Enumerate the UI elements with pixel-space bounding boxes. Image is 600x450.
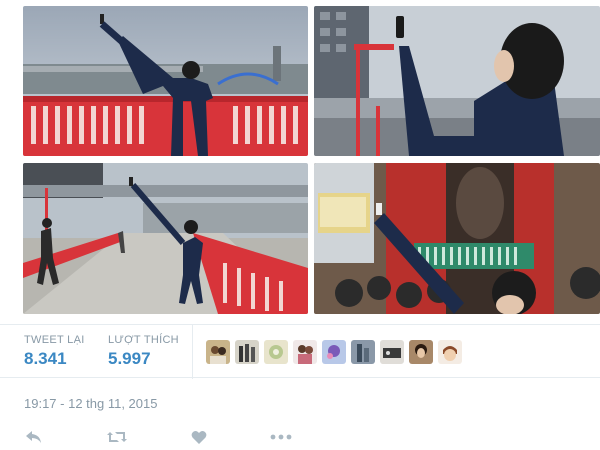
liker-avatar[interactable] (322, 340, 346, 364)
retweet-count-value: 8.341 (24, 349, 67, 368)
retweet-button[interactable] (106, 428, 128, 446)
tweet-photo-4[interactable] (314, 163, 600, 314)
liker-avatar[interactable] (438, 340, 462, 364)
tweet-timestamp[interactable]: 19:17 - 12 thg 11, 2015 (24, 396, 157, 411)
photo-2-image (314, 6, 600, 156)
tweet-photo-grid (23, 6, 600, 316)
tweet-photo-3[interactable] (23, 163, 308, 314)
heart-icon (191, 430, 207, 444)
liker-avatar[interactable] (351, 340, 375, 364)
liker-avatar[interactable] (380, 340, 404, 364)
liker-avatar[interactable] (235, 340, 259, 364)
tweet-photo-2[interactable] (314, 6, 600, 156)
retweet-icon (107, 432, 127, 442)
photo-4-image (314, 163, 600, 314)
tweet-action-bar (0, 428, 600, 448)
stats-divider (192, 325, 193, 379)
like-count-label: LƯỢT THÍCH (108, 334, 179, 346)
liker-avatar[interactable] (264, 340, 288, 364)
reply-button[interactable] (24, 428, 44, 446)
liker-avatar[interactable] (293, 340, 317, 364)
like-count-value: 5.997 (108, 349, 151, 368)
more-icon (270, 434, 292, 440)
reply-icon (26, 431, 41, 443)
photo-1-image (23, 6, 308, 156)
liker-avatar[interactable] (206, 340, 230, 364)
more-button[interactable] (270, 428, 292, 446)
liker-avatar[interactable] (409, 340, 433, 364)
retweet-count[interactable]: TWEET LẠI 8.341 (24, 334, 85, 369)
photo-3-image (23, 163, 308, 314)
like-button[interactable] (190, 428, 208, 446)
tweet-stats-bar: TWEET LẠI 8.341 LƯỢT THÍCH 5.997 (0, 324, 600, 379)
retweet-count-label: TWEET LẠI (24, 334, 85, 346)
tweet-photo-1[interactable] (23, 6, 308, 156)
like-count[interactable]: LƯỢT THÍCH 5.997 (108, 334, 179, 369)
